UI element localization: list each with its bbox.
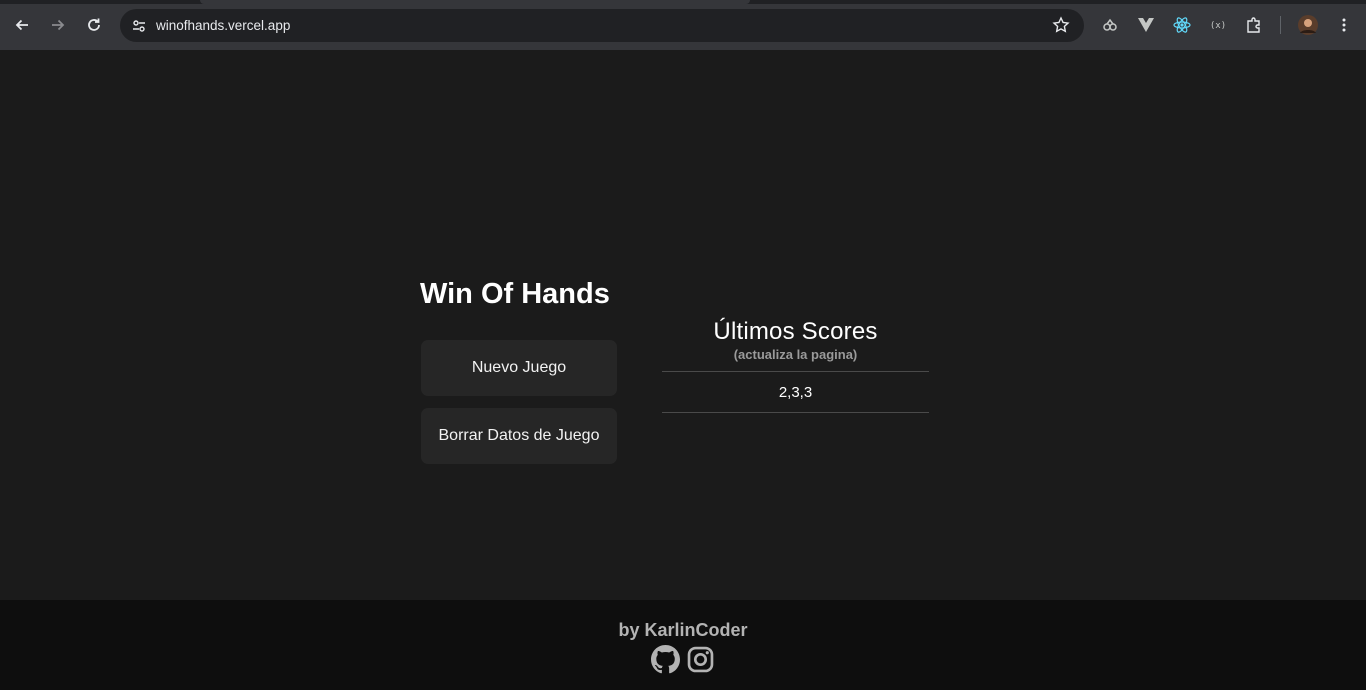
back-arrow-icon [15, 19, 28, 31]
scores-subheading: (actualiza la pagina) [733, 347, 858, 362]
profile-avatar[interactable] [1296, 13, 1320, 37]
clear-data-button[interactable]: Borrar Datos de Juego [421, 408, 617, 464]
address-bar[interactable]: winofhands.vercel.app [120, 9, 1084, 42]
extensions-puzzle-icon[interactable] [1242, 13, 1266, 37]
reload-icon [88, 18, 100, 31]
variables-extension-icon[interactable]: (x) [1206, 13, 1230, 37]
bookmark-star-icon[interactable] [1052, 16, 1070, 38]
page-content: Win Of Hands Nuevo Juego Borrar Datos de… [0, 50, 1366, 600]
reload-button[interactable] [76, 7, 112, 43]
new-game-button[interactable]: Nuevo Juego [421, 340, 617, 396]
browser-toolbar: winofhands.vercel.app (x) [0, 0, 1366, 50]
footer: by KarlinCoder [0, 600, 1366, 690]
react-devtools-icon[interactable] [1170, 13, 1194, 37]
vue-devtools-icon[interactable] [1134, 13, 1158, 37]
page-title: Win Of Hands [420, 278, 610, 310]
browser-menu-icon[interactable] [1332, 13, 1356, 37]
forward-arrow-icon [52, 19, 65, 31]
instagram-icon[interactable] [686, 645, 715, 674]
tab-strip [0, 0, 1366, 4]
scores-heading: Últimos Scores [713, 318, 878, 345]
footer-credit: by KarlinCoder [618, 620, 748, 640]
divider [662, 412, 929, 413]
scores-panel: Últimos Scores (actualiza la pagina) 2,3… [662, 318, 929, 413]
score-row: 2,3,3 [778, 383, 813, 401]
extension-link-icon[interactable] [1098, 13, 1122, 37]
github-icon[interactable] [651, 645, 680, 674]
toolbar-divider [1280, 16, 1281, 34]
url-text[interactable]: winofhands.vercel.app [156, 18, 290, 33]
svg-text:(x): (x) [1210, 21, 1226, 31]
site-settings-icon[interactable] [122, 18, 156, 34]
forward-button[interactable] [40, 7, 76, 43]
social-links [0, 645, 1366, 674]
back-button[interactable] [4, 7, 40, 43]
